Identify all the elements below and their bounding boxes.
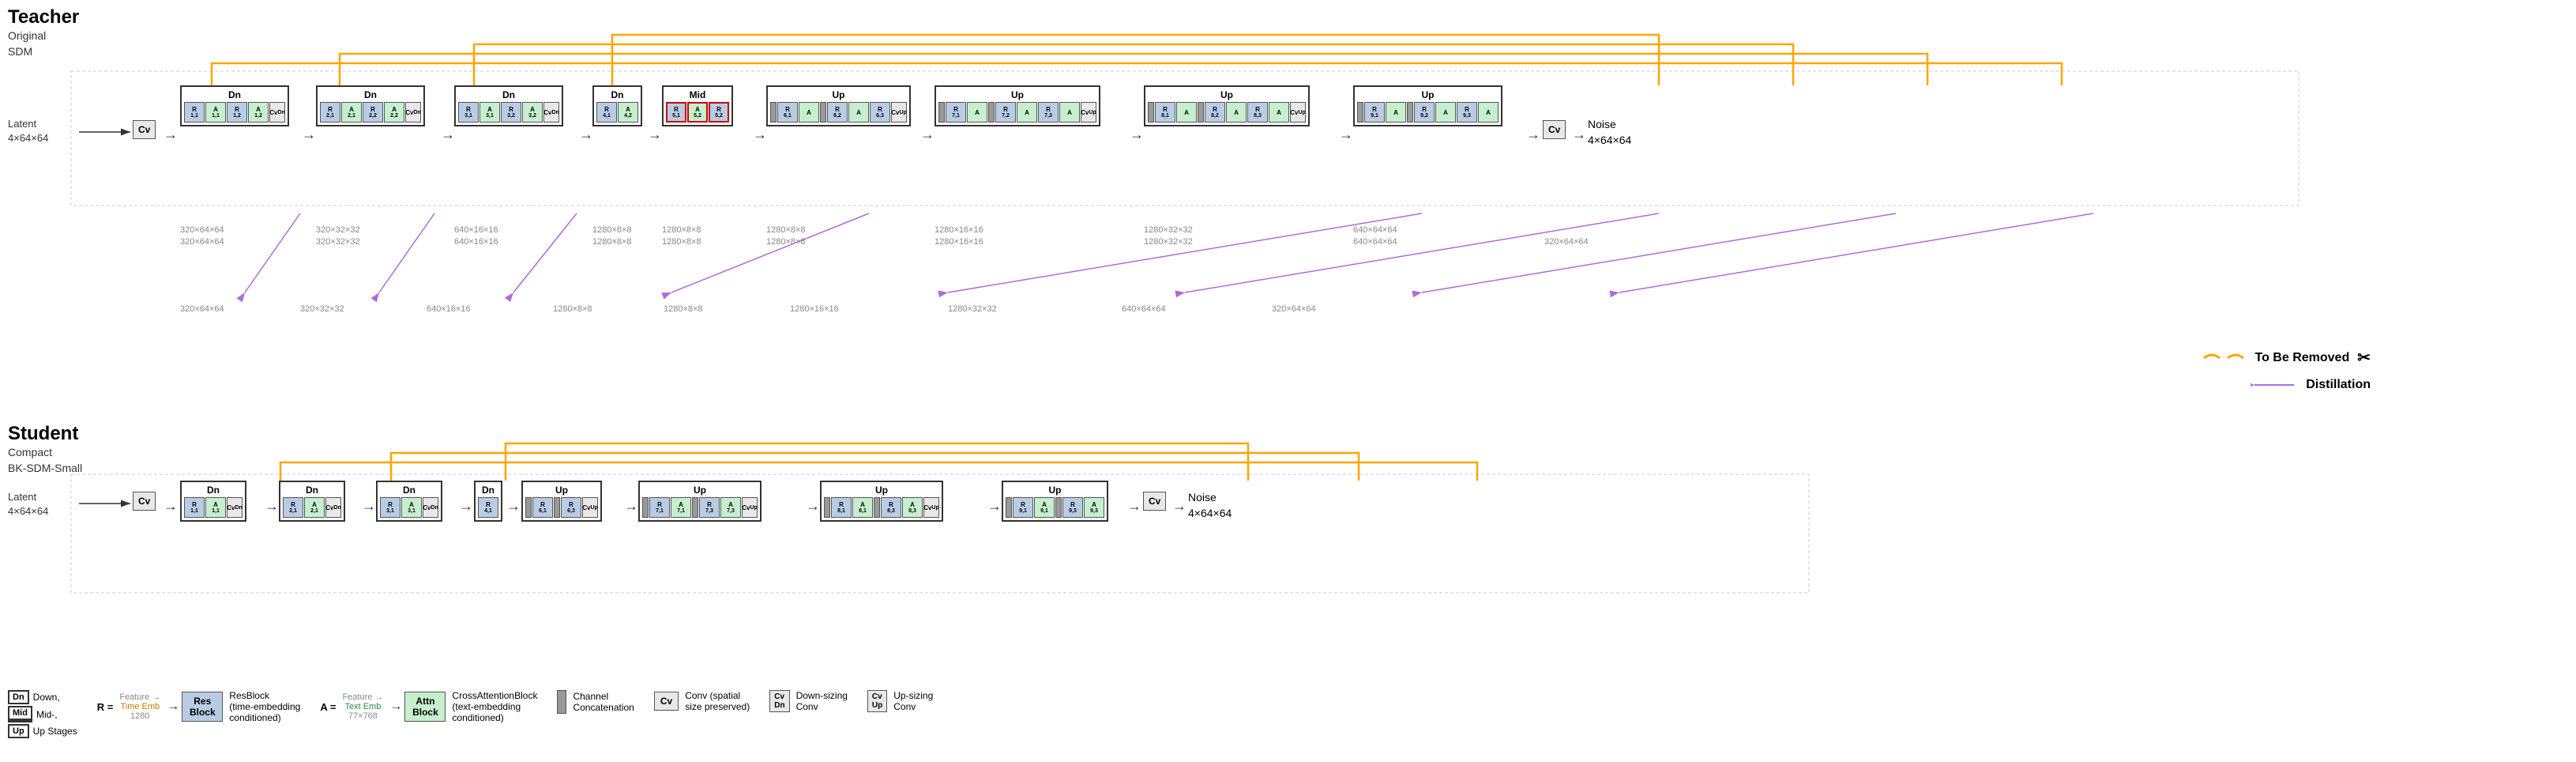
teacher-dn3: Dn R3,1 A3,1 R3,2 A3,2 CvDn <box>454 85 563 126</box>
teacher-up3-dim: 1280×32×32 <box>1144 225 1193 235</box>
student-up1: Up R6,1 R6,3 CvUp <box>521 481 602 522</box>
teacher-dn3-dim: 640×16×16 <box>454 225 498 235</box>
tbr-legend: To Be Removed ✂ <box>2200 348 2371 368</box>
teacher-dn1-dim: 320×64×64 <box>180 225 224 235</box>
student-dn3: Dn R3,1 A3,1 CvDn <box>376 481 442 522</box>
teacher-up3: Up R8,1 A R8,2 A R8,3 A CvUp <box>1144 85 1310 126</box>
teacher-label: Teacher <box>8 6 79 28</box>
student-dn4: Dn R4,1 <box>474 481 502 522</box>
teacher-input-cv: Cv <box>133 120 156 139</box>
distillation-legend: Distillation <box>2251 378 2371 392</box>
teacher-latent-label: Latent4×64×64 <box>8 117 48 145</box>
legend-section: Dn Down, Mid Mid-, Up Up Stages R = Feat… <box>8 690 933 738</box>
teacher-dn4: Dn R4,1 A4,2 <box>592 85 642 126</box>
teacher-up2: Up R7,1 A R7,2 A R7,3 A CvUp <box>935 85 1100 126</box>
teacher-mid-dim: 1280×8×8 <box>662 225 701 235</box>
teacher-up4: Up R9,1 A R9,2 A R9,3 A <box>1353 85 1502 126</box>
student-label: Student <box>8 423 78 445</box>
teacher-arrow-1: → <box>164 126 178 143</box>
student-up2: Up R7,1 A7,1 R7,3 A7,3 CvUp <box>638 481 762 522</box>
teacher-up1-dim: 1280×8×8 <box>766 225 806 235</box>
student-dn2: Dn R2,1 A2,1 CvDn <box>279 481 345 522</box>
teacher-up1: Up R6,1 A R6,2 A R6,3 CvUp <box>766 85 911 126</box>
student-dn1: Dn R1,1 A1,1 CvDn <box>180 481 246 522</box>
student-sublabel: CompactBK-SDM-Small <box>8 445 82 476</box>
teacher-dn4-dim: 1280×8×8 <box>592 225 632 235</box>
student-up3: Up R8,1 A8,1 R8,3 A8,3 CvUp <box>820 481 943 522</box>
teacher-output-cv: Cv <box>1543 120 1566 139</box>
student-input-cv: Cv <box>133 492 156 511</box>
student-noise: Noise4×64×64 <box>1188 490 1232 521</box>
teacher-up2-dim: 1280×16×16 <box>935 225 983 235</box>
diagram: Teacher OriginalSDM Latent4×64×64 Studen… <box>0 0 2576 762</box>
teacher-dn2-dim: 320×32×32 <box>316 225 360 235</box>
student-latent-label: Latent4×64×64 <box>8 490 48 519</box>
teacher-mid: Mid R5,1 A5,2 R5,2 <box>662 85 733 126</box>
teacher-dn1: Dn R1,1 A1,1 R1,2 A1,2 CvDn <box>180 85 289 126</box>
teacher-up4-dim: 640×64×64 <box>1353 225 1397 235</box>
student-up4: Up R9,1 A9,1 R9,3 A9,3 <box>1002 481 1108 522</box>
student-output-cv: Cv <box>1143 492 1166 511</box>
teacher-sublabel: OriginalSDM <box>8 28 46 59</box>
teacher-noise: Noise4×64×64 <box>1588 117 1631 148</box>
teacher-dn2: Dn R2,1 A2,1 R2,2 A2,2 CvDn <box>316 85 425 126</box>
